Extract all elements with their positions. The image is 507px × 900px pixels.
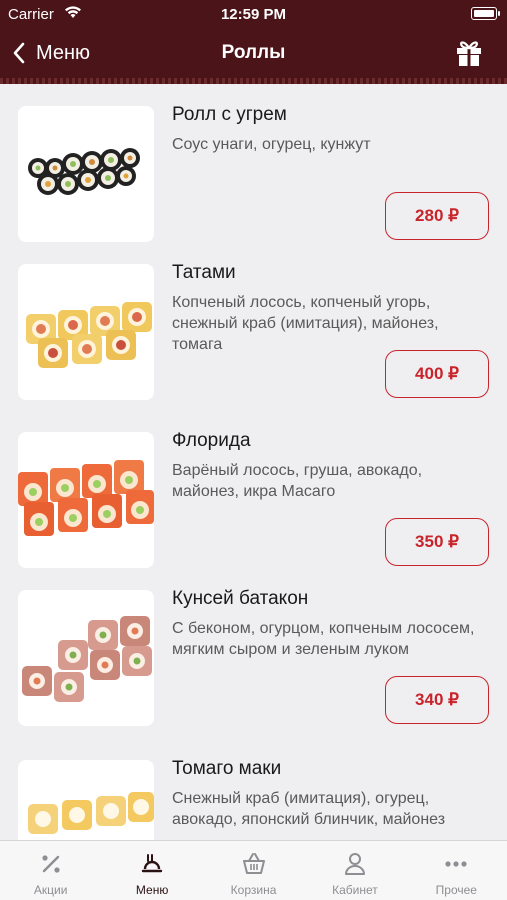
tab-label: Кабинет	[332, 883, 378, 897]
status-bar: Carrier 12:59 PM	[0, 0, 507, 28]
product-description: С беконом, огурцом, копченым лососем, мя…	[172, 620, 475, 658]
add-to-cart-price-button[interactable]: 350 ₽	[385, 518, 489, 566]
header: Carrier 12:59 PM Меню Роллы	[0, 0, 507, 84]
product-image	[18, 432, 154, 568]
screen: Carrier 12:59 PM Меню Роллы Ролл с угрем…	[0, 0, 507, 900]
tab-label: Акции	[33, 883, 68, 897]
menu-food-icon	[141, 854, 163, 873]
percent-icon	[42, 855, 60, 873]
tab-promotions[interactable]: Акции	[0, 841, 101, 900]
navigation-bar: Меню Роллы	[0, 28, 507, 78]
product-title: Флорида	[172, 430, 251, 451]
product-description: Соус унаги, огурец, кунжут	[172, 136, 371, 153]
product-description: Копченый лосось, копченый угорь, снежный…	[172, 294, 439, 353]
tab-label: Прочее	[435, 883, 477, 897]
add-to-cart-price-button[interactable]: 280 ₽	[385, 192, 489, 240]
basket-icon	[242, 853, 265, 874]
battery-icon	[471, 7, 500, 20]
tab-label: Корзина	[230, 883, 277, 897]
product-title: Томаго маки	[172, 758, 282, 779]
product-title: Ролл с угрем	[172, 104, 287, 125]
product-title: Кунсей батакон	[172, 588, 309, 609]
back-button-label: Меню	[36, 41, 91, 64]
tab-label: Меню	[135, 883, 169, 897]
user-icon	[344, 853, 365, 875]
product-list[interactable]: Ролл с угрем Соус унаги, огурец, кунжут …	[0, 84, 507, 840]
product-item[interactable]: Томаго маки Снежный краб (имитация), огу…	[0, 738, 507, 840]
product-description: Варёный лосось, груша, авокадо, майонез,…	[172, 462, 423, 500]
chevron-left-icon	[13, 42, 25, 64]
tab-menu[interactable]: Меню	[101, 841, 202, 900]
product-image	[18, 760, 154, 840]
tab-bar: Акции Меню Корзина Кабинет Прочее	[0, 840, 507, 900]
add-to-cart-price-button[interactable]: 340 ₽	[385, 676, 489, 724]
product-item[interactable]: Ролл с угрем Соус унаги, огурец, кунжут …	[0, 84, 507, 244]
product-description: Снежный краб (имитация), огурец, авокадо…	[172, 790, 446, 828]
product-image	[18, 590, 154, 726]
more-icon	[445, 861, 467, 867]
product-item[interactable]: Флорида Варёный лосось, груша, авокадо, …	[0, 410, 507, 570]
add-to-cart-price-button[interactable]: 400 ₽	[385, 350, 489, 398]
status-time: 12:59 PM	[220, 6, 287, 23]
product-image	[18, 264, 154, 400]
back-button[interactable]: Меню	[12, 38, 90, 68]
tab-cart[interactable]: Корзина	[203, 841, 304, 900]
product-title: Татами	[172, 262, 236, 283]
tab-account[interactable]: Кабинет	[304, 841, 405, 900]
gift-icon[interactable]	[453, 36, 485, 68]
tab-more[interactable]: Прочее	[406, 841, 507, 900]
product-image	[18, 106, 154, 242]
product-item[interactable]: Кунсей батакон С беконом, огурцом, копче…	[0, 568, 507, 728]
product-item[interactable]: Татами Копченый лосось, копченый угорь, …	[0, 242, 507, 402]
